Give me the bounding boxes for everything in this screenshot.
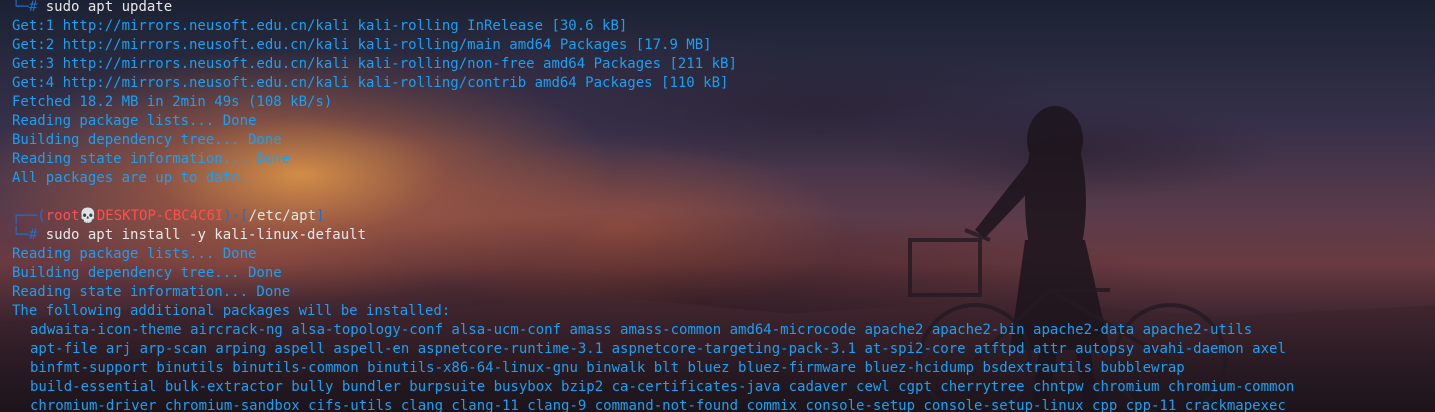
output-line: Reading state information... Done [12, 284, 291, 300]
terminal-window[interactable]: └─# sudo apt update Get:1 http://mirrors… [0, 0, 1435, 412]
output-line: Get:2 http://mirrors.neusoft.edu.cn/kali… [12, 37, 712, 53]
prompt-user-host: root💀DESKTOP-CBC4C6I [45, 208, 224, 224]
prompt-line: └─# sudo apt install -y kali-linux-defau… [12, 226, 1435, 245]
prompt-frame: └─ [12, 0, 29, 15]
package-list-line: build-essential bulk-extractor bully bun… [30, 379, 1295, 395]
package-list-line: chromium-driver chromium-sandbox cifs-ut… [30, 398, 1286, 412]
prompt-frame: └─ [12, 227, 29, 243]
prompt-separator: )-[ [223, 208, 249, 224]
output-line: Building dependency tree... Done [12, 265, 282, 281]
terminal-output: └─# sudo apt update Get:1 http://mirrors… [12, 0, 1435, 412]
command-text: sudo apt install -y kali-linux-default [37, 227, 367, 243]
prompt-close: ] [316, 208, 325, 224]
prompt-path: /etc/apt [248, 208, 317, 224]
output-line: Get:3 http://mirrors.neusoft.edu.cn/kali… [12, 56, 737, 72]
output-line: Reading state information... Done [12, 151, 291, 167]
output-line: Reading package lists... Done [12, 246, 257, 262]
output-line: The following additional packages will b… [12, 303, 451, 319]
command-text: sudo apt update [37, 0, 173, 15]
package-list-line: adwaita-icon-theme aircrack-ng alsa-topo… [30, 322, 1253, 338]
package-list-line: binfmt-support binutils binutils-common … [30, 360, 1185, 376]
prompt-frame: ┌──( [12, 208, 46, 224]
output-line: Fetched 18.2 MB in 2min 49s (108 kB/s) [12, 94, 333, 110]
output-line: Get:1 http://mirrors.neusoft.edu.cn/kali… [12, 18, 628, 34]
package-list-line: apt-file arj arp-scan arping aspell aspe… [30, 341, 1286, 357]
output-line: Building dependency tree... Done [12, 132, 282, 148]
output-line: Get:4 http://mirrors.neusoft.edu.cn/kali… [12, 75, 729, 91]
prompt-line: └─# sudo apt update [12, 0, 1435, 17]
prompt-header-line: ┌──(root💀DESKTOP-CBC4C6I)-[/etc/apt] [12, 207, 1435, 226]
output-line: Reading package lists... Done [12, 113, 257, 129]
output-line: All packages are up to date. [12, 170, 249, 186]
